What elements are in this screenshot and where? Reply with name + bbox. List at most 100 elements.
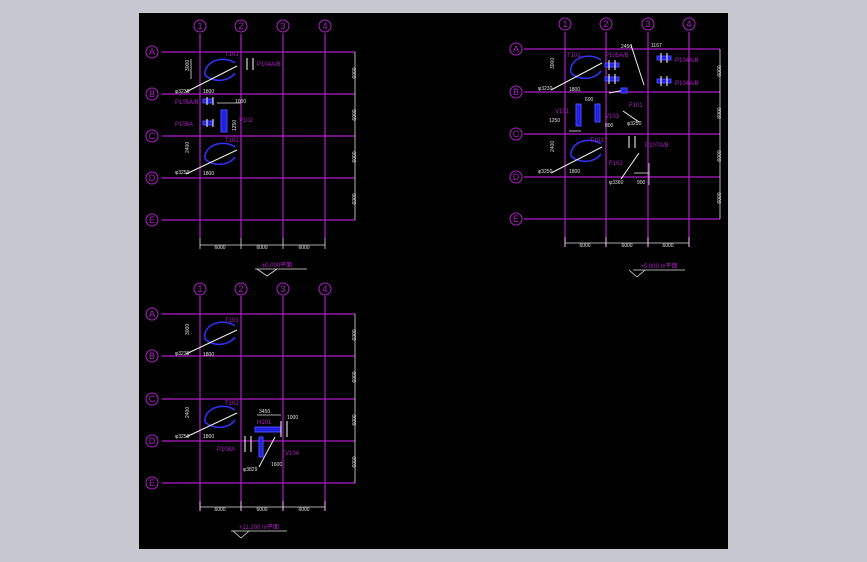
svg-text:1800: 1800 bbox=[203, 171, 214, 177]
svg-text:6000: 6000 bbox=[298, 507, 309, 513]
plan-1-column-bubbles: 1 2 3 4 bbox=[193, 19, 332, 33]
drawing-viewport[interactable]: 1 2 3 4 A B C D E 6000 6000 6000 6000 60… bbox=[139, 13, 728, 549]
plan-2-row-C: C bbox=[513, 129, 520, 139]
svg-text:1800: 1800 bbox=[203, 352, 214, 358]
plan-2-equipment: T101 φ3230 3000 1800 P105A/B 2450 1167 P… bbox=[538, 43, 699, 186]
svg-text:6000: 6000 bbox=[352, 193, 358, 204]
plan-1-col-2: 2 bbox=[238, 21, 243, 31]
tag-T102-p3: T102 bbox=[225, 401, 239, 407]
plan-3: 1 2 3 4 A B C D E 6000 6000 6000 6000 60… bbox=[145, 282, 358, 539]
plan-2-col-1: 1 bbox=[562, 19, 567, 29]
svg-text:6000: 6000 bbox=[352, 456, 358, 467]
svg-text:φ3250: φ3250 bbox=[175, 170, 190, 176]
plan-1-title-block: ±0.000平面 bbox=[255, 262, 307, 277]
svg-text:2400: 2400 bbox=[185, 407, 191, 418]
tag-P106-p1: P106A bbox=[175, 122, 193, 128]
svg-text:1800: 1800 bbox=[569, 169, 580, 175]
plan-3-title-block: +11.200 m平面 bbox=[231, 524, 287, 539]
svg-text:1250: 1250 bbox=[549, 118, 560, 124]
tag-T101: T101 bbox=[225, 52, 239, 58]
svg-text:1800: 1800 bbox=[203, 434, 214, 440]
plan-1-col-3: 3 bbox=[280, 21, 285, 31]
tag-F101: F101 bbox=[629, 103, 643, 109]
svg-text:1167: 1167 bbox=[651, 43, 662, 49]
plan-2-title-block: +5.000 m平面 bbox=[628, 263, 685, 278]
plan-1-col-1: 1 bbox=[197, 21, 202, 31]
plan-2-row-E: E bbox=[513, 214, 519, 224]
svg-text:6000: 6000 bbox=[298, 245, 309, 251]
plan-1-title: ±0.000平面 bbox=[262, 262, 292, 269]
plan-3-row-C: C bbox=[149, 394, 156, 404]
svg-text:1800: 1800 bbox=[203, 89, 214, 95]
svg-text:3450: 3450 bbox=[259, 409, 270, 415]
tag-V102-p1: V102 bbox=[239, 118, 254, 124]
svg-text:φ3230: φ3230 bbox=[175, 351, 190, 357]
plan-3-row-bubbles: A B C D E bbox=[145, 307, 159, 490]
svg-text:φ3230: φ3230 bbox=[175, 89, 190, 95]
svg-text:φ3829: φ3829 bbox=[243, 467, 258, 473]
plan-1-col-4: 4 bbox=[322, 21, 327, 31]
plan-3-row-A: A bbox=[149, 309, 155, 319]
tag-P104AB-p1: P104A/B bbox=[257, 62, 281, 68]
tag-F102: F102 bbox=[609, 161, 623, 167]
plan-1-row-B: B bbox=[149, 89, 155, 99]
svg-text:φ3250: φ3250 bbox=[627, 121, 642, 127]
svg-text:2400: 2400 bbox=[185, 142, 191, 153]
svg-text:φ3250: φ3250 bbox=[175, 434, 190, 440]
tag-P107-p2: P107A/B bbox=[645, 143, 669, 149]
plan-2-column-bubbles: 1 2 3 4 bbox=[558, 17, 696, 31]
plan-1-row-A: A bbox=[149, 47, 155, 57]
svg-text:800: 800 bbox=[605, 123, 614, 129]
plan-2-col-3: 3 bbox=[645, 19, 650, 29]
svg-text:6000: 6000 bbox=[717, 107, 723, 118]
plan-1-dimensions: 6000 6000 6000 6000 6000 6000 6000 bbox=[199, 52, 358, 251]
svg-text:1250: 1250 bbox=[232, 120, 238, 131]
svg-text:3000: 3000 bbox=[185, 60, 191, 71]
tag-T101-p2: T101 bbox=[567, 53, 581, 59]
svg-text:6000: 6000 bbox=[352, 371, 358, 382]
svg-text:6000: 6000 bbox=[717, 65, 723, 76]
svg-text:φ3250: φ3250 bbox=[538, 169, 553, 175]
tag-V104: V104 bbox=[285, 451, 300, 457]
svg-text:1600: 1600 bbox=[271, 462, 282, 468]
svg-text:600: 600 bbox=[585, 97, 594, 103]
tag-T101-p3: T101 bbox=[225, 318, 239, 324]
plan-1-row-C: C bbox=[149, 131, 156, 141]
svg-text:2400: 2400 bbox=[550, 141, 556, 152]
tag-P104AB-p2a: P104A/B bbox=[675, 58, 699, 64]
plan-3-row-E: E bbox=[149, 478, 155, 488]
tag-P105-p1: P105A/B bbox=[175, 100, 199, 106]
plan-3-column-bubbles: 1 2 3 4 bbox=[193, 282, 332, 296]
plan-1-row-E: E bbox=[149, 215, 155, 225]
svg-text:6000: 6000 bbox=[352, 329, 358, 340]
svg-text:1000: 1000 bbox=[287, 415, 298, 421]
tag-P105-p2: P105A/B bbox=[605, 53, 629, 59]
svg-text:6000: 6000 bbox=[621, 243, 632, 249]
svg-text:6000: 6000 bbox=[256, 245, 267, 251]
plan-2-col-2: 2 bbox=[603, 19, 608, 29]
svg-text:3000: 3000 bbox=[185, 324, 191, 335]
svg-text:6000: 6000 bbox=[717, 150, 723, 161]
plan-1-row-D: D bbox=[149, 173, 156, 183]
plan-3-row-B: B bbox=[149, 351, 155, 361]
svg-text:6000: 6000 bbox=[662, 243, 673, 249]
svg-text:6000: 6000 bbox=[214, 245, 225, 251]
svg-text:900: 900 bbox=[637, 180, 646, 186]
plan-2-row-A: A bbox=[513, 44, 519, 54]
svg-text:2450: 2450 bbox=[621, 44, 632, 50]
plan-3-title: +11.200 m平面 bbox=[239, 524, 279, 531]
tag-T102-p1: T102 bbox=[225, 138, 239, 144]
plan-2-row-D: D bbox=[513, 172, 520, 182]
svg-text:6000: 6000 bbox=[352, 414, 358, 425]
plan-1: 1 2 3 4 A B C D E 6000 6000 6000 6000 60… bbox=[145, 19, 358, 277]
svg-text:6000: 6000 bbox=[717, 192, 723, 203]
plan-1-row-bubbles: A B C D E bbox=[145, 45, 159, 227]
svg-text:6000: 6000 bbox=[352, 109, 358, 120]
svg-text:3000: 3000 bbox=[550, 58, 556, 69]
plan-3-col-3: 3 bbox=[280, 284, 285, 294]
plan-3-col-2: 2 bbox=[238, 284, 243, 294]
svg-text:6000: 6000 bbox=[352, 67, 358, 78]
tag-V103: V103 bbox=[605, 114, 620, 120]
svg-text:6000: 6000 bbox=[214, 507, 225, 513]
svg-text:φ3230: φ3230 bbox=[538, 86, 553, 92]
